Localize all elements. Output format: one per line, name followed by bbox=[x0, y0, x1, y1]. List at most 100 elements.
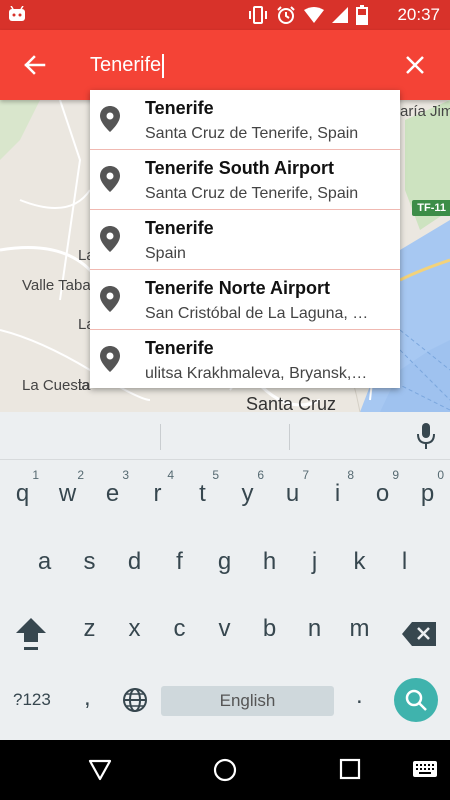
strip-divider bbox=[289, 424, 290, 450]
key-char: z bbox=[83, 615, 96, 642]
navigation-bar bbox=[0, 740, 450, 800]
suggestion-title: Tenerife Norte Airport bbox=[145, 278, 331, 298]
clear-search-icon[interactable] bbox=[398, 48, 432, 82]
search-icon bbox=[405, 689, 427, 711]
key-z[interactable]: z bbox=[67, 599, 112, 655]
back-arrow-icon[interactable] bbox=[18, 48, 52, 82]
nav-recents-icon[interactable] bbox=[339, 758, 361, 780]
key-k[interactable]: k bbox=[337, 532, 382, 588]
key-p[interactable]: 0p bbox=[405, 466, 450, 522]
search-key[interactable] bbox=[394, 678, 438, 722]
backspace-icon[interactable] bbox=[402, 622, 436, 646]
key-char: j bbox=[311, 548, 318, 575]
key-char: b bbox=[262, 615, 277, 642]
search-input[interactable]: Tenerife bbox=[90, 52, 165, 78]
key-s[interactable]: s bbox=[67, 532, 112, 588]
suggestion-item[interactable]: Tenerife Santa Cruz de Tenerife, Spain bbox=[90, 90, 400, 150]
clock: 20:37 bbox=[397, 5, 440, 24]
space-key[interactable]: English bbox=[161, 686, 334, 716]
symbols-key[interactable]: ?123 bbox=[13, 690, 51, 710]
map-label: Valle Taba bbox=[22, 277, 91, 294]
key-e[interactable]: 3e bbox=[90, 466, 135, 522]
map-label: la bbox=[78, 377, 90, 394]
key-x[interactable]: x bbox=[112, 599, 157, 655]
key-f[interactable]: f bbox=[157, 532, 202, 588]
period-key[interactable]: . bbox=[356, 682, 363, 710]
key-char: v bbox=[218, 615, 231, 642]
suggestion-item[interactable]: Tenerife Spain bbox=[90, 210, 400, 270]
key-m[interactable]: m bbox=[337, 599, 382, 655]
key-a[interactable]: a bbox=[22, 532, 67, 588]
map-label: Santa Cruz bbox=[246, 394, 337, 412]
key-char: f bbox=[176, 548, 183, 575]
key-i[interactable]: 8i bbox=[315, 466, 360, 522]
key-char: p bbox=[420, 480, 435, 507]
map-label: aría Jim bbox=[400, 103, 450, 120]
search-suggestions-list: Tenerife Santa Cruz de Tenerife, Spain T… bbox=[90, 90, 400, 388]
nav-back-icon[interactable] bbox=[88, 758, 112, 782]
key-t[interactable]: 5t bbox=[180, 466, 225, 522]
key-q[interactable]: 1q bbox=[0, 466, 45, 522]
key-char: l bbox=[401, 548, 408, 575]
suggestion-subtitle: Spain bbox=[145, 245, 186, 262]
key-l[interactable]: l bbox=[382, 532, 427, 588]
cell-signal-icon bbox=[332, 7, 348, 23]
soft-keyboard: 1q 2w 3e 4r 5t 6y 7u 8i 9o 0p a s d f g … bbox=[0, 412, 450, 740]
key-r[interactable]: 4r bbox=[135, 466, 180, 522]
key-char: u bbox=[285, 480, 300, 507]
key-char: g bbox=[217, 548, 232, 575]
globe-icon[interactable] bbox=[122, 687, 148, 713]
strip-divider bbox=[160, 424, 161, 450]
nav-home-icon[interactable] bbox=[213, 758, 237, 782]
key-char: o bbox=[375, 480, 390, 507]
key-b[interactable]: b bbox=[247, 599, 292, 655]
location-pin-icon bbox=[100, 106, 120, 132]
key-char: s bbox=[83, 548, 96, 575]
key-w[interactable]: 2w bbox=[45, 466, 90, 522]
key-char: c bbox=[173, 615, 186, 642]
keyboard-switch-icon[interactable] bbox=[412, 760, 438, 780]
key-char: t bbox=[199, 480, 206, 507]
wifi-icon bbox=[304, 7, 324, 23]
key-char: x bbox=[128, 615, 141, 642]
suggestion-subtitle: Santa Cruz de Tenerife, Spain bbox=[145, 185, 359, 202]
location-pin-icon bbox=[100, 346, 120, 372]
key-j[interactable]: j bbox=[292, 532, 337, 588]
suggestion-title: Tenerife bbox=[145, 338, 214, 358]
key-c[interactable]: c bbox=[157, 599, 202, 655]
shift-key-icon[interactable] bbox=[14, 615, 48, 655]
suggestion-title: Tenerife South Airport bbox=[145, 158, 334, 178]
key-char: q bbox=[15, 480, 30, 507]
suggestion-item[interactable]: Tenerife Norte Airport San Cristóbal de … bbox=[90, 270, 400, 330]
key-u[interactable]: 7u bbox=[270, 466, 315, 522]
key-char: i bbox=[334, 480, 341, 507]
suggestion-subtitle: Santa Cruz de Tenerife, Spain bbox=[145, 125, 359, 142]
key-char: e bbox=[105, 480, 120, 507]
status-bar: 20:37 bbox=[0, 0, 450, 30]
key-char: d bbox=[127, 548, 142, 575]
comma-key[interactable]: , bbox=[84, 684, 91, 712]
search-query-text: Tenerife bbox=[90, 54, 162, 76]
suggestion-subtitle: San Cristóbal de La Laguna, … bbox=[145, 305, 369, 322]
key-g[interactable]: g bbox=[202, 532, 247, 588]
key-o[interactable]: 9o bbox=[360, 466, 405, 522]
key-n[interactable]: n bbox=[292, 599, 337, 655]
battery-charging-icon bbox=[356, 5, 368, 25]
key-y[interactable]: 6y bbox=[225, 466, 270, 522]
key-char: h bbox=[262, 548, 277, 575]
location-pin-icon bbox=[100, 226, 120, 252]
suggestion-item[interactable]: Tenerife ulitsa Krakhmaleva, Bryansk,… bbox=[90, 330, 400, 388]
key-h[interactable]: h bbox=[247, 532, 292, 588]
road-badge: TF-11 bbox=[412, 200, 450, 216]
key-char: r bbox=[153, 480, 162, 507]
suggestion-item[interactable]: Tenerife South Airport Santa Cruz de Ten… bbox=[90, 150, 400, 210]
android-notification-icon bbox=[9, 6, 25, 21]
key-char: y bbox=[241, 480, 254, 507]
key-char: w bbox=[58, 480, 77, 507]
suggestion-subtitle: ulitsa Krakhmaleva, Bryansk,… bbox=[145, 365, 368, 382]
suggestion-strip bbox=[0, 412, 450, 460]
key-d[interactable]: d bbox=[112, 532, 157, 588]
microphone-icon[interactable] bbox=[416, 422, 436, 450]
alarm-icon bbox=[277, 6, 295, 24]
key-v[interactable]: v bbox=[202, 599, 247, 655]
